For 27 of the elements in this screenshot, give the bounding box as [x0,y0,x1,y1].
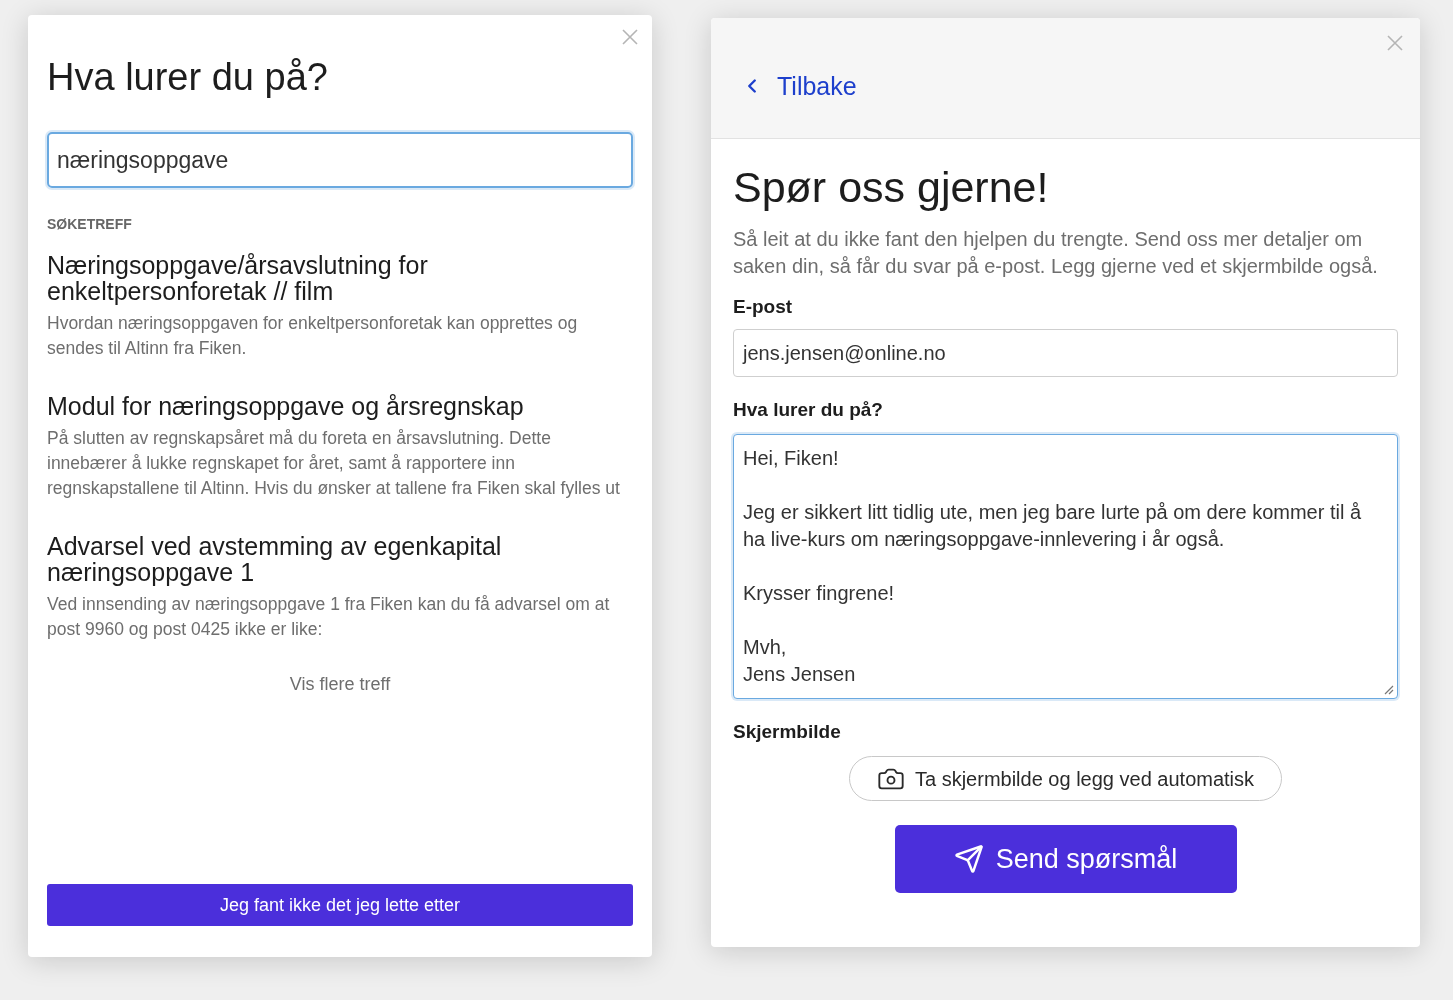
field-label: Skjermbilde [733,720,842,744]
close-button[interactable] [1387,35,1403,51]
result-title[interactable]: Modul for næringsoppgave og årsregnskap [47,393,567,419]
paper-plane-icon [953,844,984,874]
result-title[interactable]: Næringsoppgave/årsavslutning for enkeltpersonforetak // film [47,252,567,304]
dialog-title: Hva lurer du på? [47,55,329,100]
not-found-button[interactable]: Jeg fant ikke det jeg lette etter [47,884,633,926]
resize-grip-icon[interactable] [1384,685,1394,695]
close-icon [622,29,638,45]
close-button[interactable] [622,29,638,45]
message-field[interactable]: Hei, Fiken! Jeg er sikkert litt tidlig ute, men jeg bare lurte på om dere kommer til å ha live-kurs om næringsoppgave-innlevering i år også. Krysser fingrene! Mvh, Jens Jensen [733,434,1398,699]
field-label: E-post [733,295,794,319]
intro-text: Så leit at du ikke fant den hjelpen du trengte. Send oss mer detaljer om saken din, så får du svar på e-post. Legg gjerne ved et skjermbilde også. [733,227,1379,279]
result-description: På slutten av regnskapsåret må du foreta en årsavslutning. Dette innebærer å lukke regnskapet for året, samt å rapportere inn regnskapstallene til Altinn. Hvis du ønsker at tallene fra Fiken skal fylles ut [47,427,621,500]
search-field[interactable]: næringsoppgave [47,132,633,188]
send-button[interactable]: Send spørsmål [894,825,1237,893]
result-title[interactable]: Advarsel ved avstemming av egenkapital næringsoppgave 1 [47,533,567,585]
show-more-link[interactable]: Vis flere treff [289,672,391,696]
back-link[interactable]: Tilbake [741,71,857,101]
dialog-title: Spør oss gjerne! [733,162,1050,212]
results-heading: SØKETREFF [47,215,133,234]
result-description: Hvordan næringsoppgaven for enkeltpersonforetak kan opprettes og sendes til Altinn fra Fiken. [47,312,579,360]
email-field[interactable]: jens.jensen@online.no [733,329,1398,377]
result-description: Ved innsending av næringsoppgave 1 fra Fiken kan du få advarsel om at post 9960 og post 0425 ikke er like: [47,593,611,641]
field-label: Hva lurer du på? [733,398,884,422]
close-icon [1387,35,1403,51]
screenshot-button[interactable]: Ta skjermbilde og legg ved automatisk [848,756,1283,801]
